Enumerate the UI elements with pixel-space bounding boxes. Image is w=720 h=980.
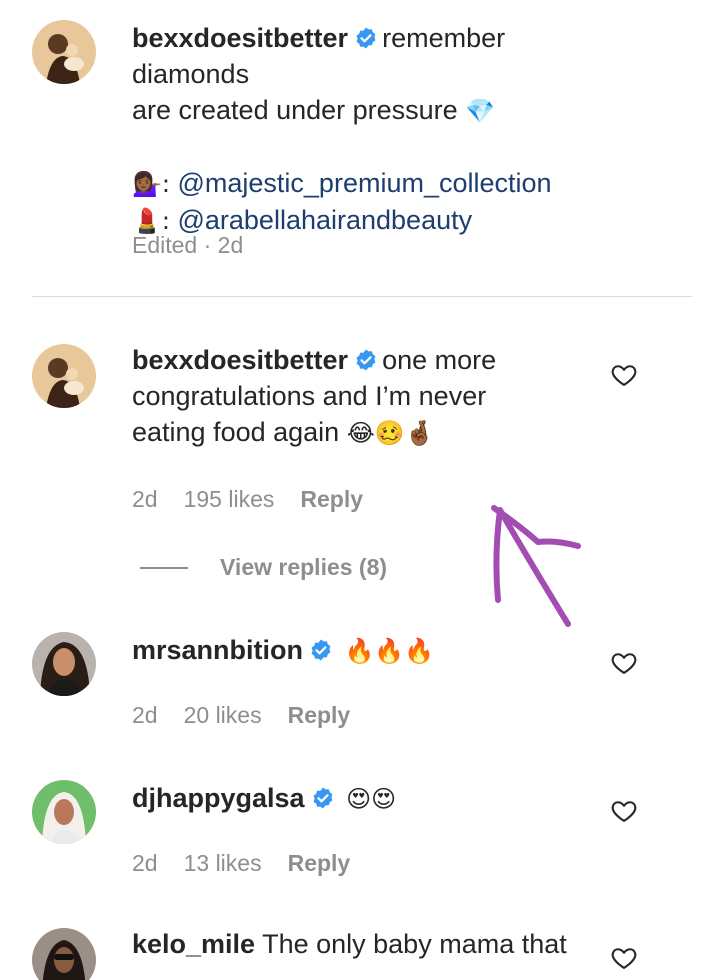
- verified-badge-icon: [354, 348, 378, 372]
- person-tipping-hand-emoji: 💁🏾‍♀️:: [132, 170, 170, 198]
- comment-time: 2d: [132, 850, 158, 876]
- view-replies-button[interactable]: View replies (8): [140, 554, 387, 581]
- caption-meta: Edited · 2d: [132, 232, 243, 259]
- comment-emojis: 😍😍: [346, 785, 397, 813]
- view-replies-label: View replies (8): [220, 554, 388, 580]
- comment-line1: one more: [382, 345, 497, 375]
- comment-likes[interactable]: 13 likes: [184, 850, 262, 877]
- avatar-image: [32, 780, 96, 844]
- comment-username[interactable]: kelo_mile: [132, 929, 255, 959]
- caption-divider: [32, 296, 692, 297]
- comment-username[interactable]: mrsannbition: [132, 635, 303, 665]
- like-heart-icon[interactable]: [610, 797, 638, 825]
- comment-likes[interactable]: 195 likes: [184, 486, 275, 513]
- like-heart-icon[interactable]: [610, 944, 638, 972]
- avatar-djhappygalsa[interactable]: [32, 780, 96, 844]
- avatar-image: [32, 928, 96, 980]
- caption-line2: are created under pressure: [132, 95, 458, 125]
- comment-username[interactable]: djhappygalsa: [132, 783, 305, 813]
- lipstick-emoji: 💄:: [132, 207, 170, 235]
- avatar-bexxdoesitbetter-comment[interactable]: [32, 344, 96, 408]
- comment-emojis: 🔥🔥🔥: [344, 637, 435, 665]
- diamond-emoji: 💎: [465, 97, 496, 125]
- avatar-kelo-mile[interactable]: [32, 928, 96, 980]
- avatar-mrsannbition[interactable]: [32, 632, 96, 696]
- comment-likes[interactable]: 20 likes: [184, 702, 262, 729]
- comment-time: 2d: [132, 702, 158, 728]
- comment-line2: congratulations and I’m never: [132, 381, 487, 411]
- avatar-image: [32, 632, 96, 696]
- mention-majestic-premium-collection[interactable]: @majestic_premium_collection: [177, 168, 551, 198]
- avatar-image: [32, 20, 96, 84]
- comment-meta: 2d 195 likes Reply: [132, 486, 363, 513]
- comment-text: mrsannbition 🔥🔥🔥: [132, 632, 602, 669]
- avatar-bexxdoesitbetter[interactable]: [32, 20, 96, 84]
- like-heart-icon[interactable]: [610, 361, 638, 389]
- verified-badge-icon: [354, 26, 378, 50]
- comment-meta: 2d 20 likes Reply: [132, 702, 350, 729]
- reply-button[interactable]: Reply: [300, 486, 363, 513]
- comment-time: 2d: [132, 486, 158, 512]
- comment-line1: The only baby mama that: [262, 929, 567, 959]
- comment-meta: 2d 13 likes Reply: [132, 850, 350, 877]
- reply-button[interactable]: Reply: [288, 702, 351, 729]
- annotation-arrow-icon: [491, 505, 581, 627]
- comment-line3: eating food again: [132, 417, 340, 447]
- comment-text: djhappygalsa 😍😍: [132, 780, 602, 817]
- edited-timestamp: Edited · 2d: [132, 232, 244, 258]
- verified-badge-icon: [311, 786, 335, 810]
- comment-text: kelo_mile The only baby mama that: [132, 926, 602, 962]
- comment-emojis: 😂🥴🤞🏾: [346, 419, 435, 447]
- comment-text: bexxdoesitbetter one more congratulations…: [132, 342, 602, 451]
- reply-button[interactable]: Reply: [288, 850, 351, 877]
- like-heart-icon[interactable]: [610, 649, 638, 677]
- verified-badge-icon: [309, 638, 333, 662]
- avatar-image: [32, 344, 96, 408]
- mention-arabellahairandbeauty[interactable]: @arabellahairandbeauty: [177, 205, 472, 235]
- caption-text: bexxdoesitbetter remember diamonds are cr…: [132, 20, 602, 239]
- comment-username[interactable]: bexxdoesitbetter: [132, 345, 348, 375]
- view-replies-line: [140, 566, 188, 569]
- caption-username[interactable]: bexxdoesitbetter: [132, 23, 348, 53]
